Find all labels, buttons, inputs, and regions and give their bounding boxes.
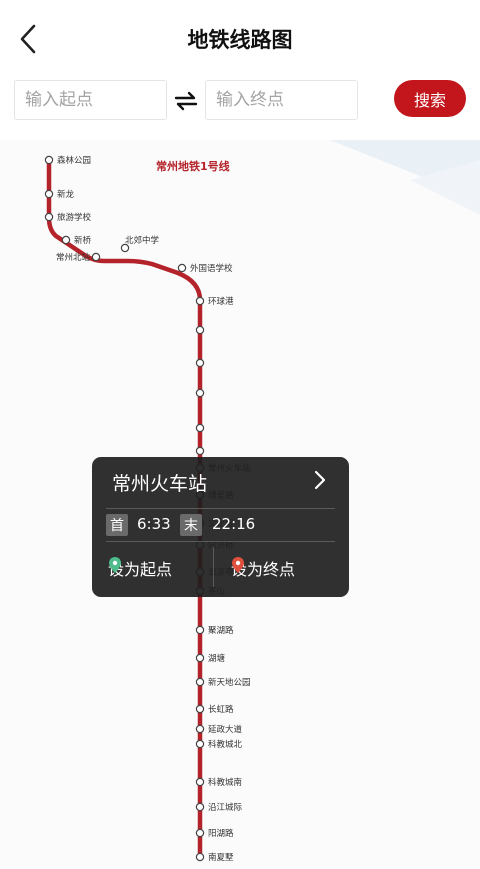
station-dot[interactable] (195, 677, 205, 687)
station-dot[interactable] (195, 704, 205, 714)
station-label[interactable]: 延政大道 (208, 724, 243, 735)
station-dot[interactable] (44, 189, 54, 199)
station-dot[interactable] (195, 388, 205, 398)
station-label[interactable]: 湖塘 (208, 653, 226, 664)
last-train-tag: 末 (180, 514, 202, 536)
station-dot[interactable] (195, 296, 205, 306)
first-train-tag: 首 (106, 514, 128, 536)
station-label[interactable]: 聚湖路 (208, 625, 234, 636)
station-dot[interactable] (195, 802, 205, 812)
station-dot[interactable] (195, 446, 205, 456)
station-label[interactable]: 新天地公园 (208, 677, 251, 688)
station-dot[interactable] (195, 724, 205, 734)
station-label[interactable]: 长虹路 (208, 704, 234, 715)
station-dot[interactable] (195, 653, 205, 663)
station-label[interactable]: 沿江城际 (208, 803, 243, 813)
app-header: 地铁线路图 (0, 0, 480, 80)
red-pin-icon (232, 557, 244, 573)
station-dot[interactable] (195, 828, 205, 838)
station-dot[interactable] (195, 777, 205, 787)
station-label[interactable]: 环球港 (208, 296, 234, 307)
station-label[interactable]: 科教城北 (208, 739, 243, 750)
station-label[interactable]: 南夏墅 (208, 852, 234, 863)
station-dot[interactable] (195, 423, 205, 433)
station-dot[interactable] (61, 235, 71, 245)
station-dot[interactable] (195, 739, 205, 749)
station-label[interactable]: 新龙 (57, 189, 75, 200)
swap-button[interactable] (171, 86, 201, 116)
first-train-time: 6:33 (137, 515, 171, 533)
station-label[interactable]: 新桥 (74, 235, 92, 246)
subway-map[interactable]: 森林公园新龙旅游学校新桥常州北站北郊中学外国语学校环球港常州火车站博爱路文化宫同… (0, 140, 480, 869)
station-dot[interactable] (195, 358, 205, 368)
station-popup[interactable]: 常州火车站 首 6:33 末 22:16 设为起点 设为终点 (92, 457, 349, 597)
station-label[interactable]: 常州北站 (56, 252, 91, 263)
chevron-right-icon (314, 470, 326, 490)
route-search-bar: 搜索 (0, 80, 480, 136)
popup-station-name: 常州火车站 (112, 473, 208, 495)
station-detail-button[interactable] (313, 470, 335, 492)
last-train-time: 22:16 (212, 515, 256, 533)
station-label[interactable]: 旅游学校 (57, 212, 92, 223)
green-pin-icon (109, 557, 121, 573)
set-start-button[interactable]: 设为起点 (108, 556, 172, 580)
station-dot[interactable] (195, 852, 205, 862)
station-label[interactable]: 北郊中学 (125, 235, 160, 246)
popup-divider (106, 541, 335, 542)
station-label[interactable]: 外国语学校 (190, 263, 233, 274)
station-dot[interactable] (177, 263, 187, 273)
swap-arrows-icon (174, 91, 198, 111)
popup-vertical-divider (213, 547, 214, 587)
start-station-input[interactable] (14, 80, 167, 120)
station-dot[interactable] (91, 252, 101, 262)
station-label[interactable]: 森林公园 (57, 155, 91, 166)
station-dot[interactable] (195, 625, 205, 635)
set-end-button[interactable]: 设为终点 (231, 556, 295, 580)
popup-divider (106, 508, 335, 509)
station-dot[interactable] (44, 212, 54, 222)
search-button[interactable]: 搜索 (394, 80, 466, 117)
station-dot[interactable] (195, 325, 205, 335)
station-dot[interactable] (44, 155, 54, 165)
station-label[interactable]: 科教城南 (208, 777, 242, 788)
station-label[interactable]: 阳湖路 (208, 828, 234, 839)
line-title: 常州地铁1号线 (156, 160, 230, 173)
end-station-input[interactable] (205, 80, 358, 120)
page-title: 地铁线路图 (187, 28, 293, 52)
